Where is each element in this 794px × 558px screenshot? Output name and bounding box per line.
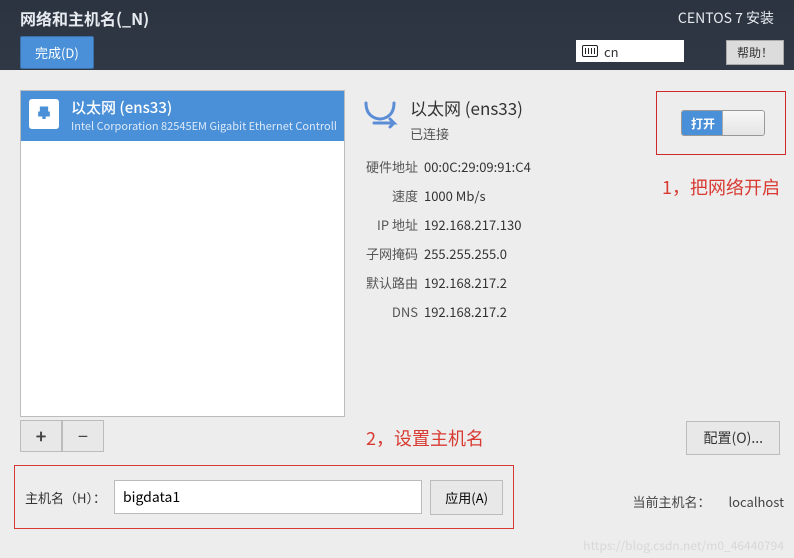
ip-label: IP 地址	[360, 215, 418, 234]
hwaddr-label: 硬件地址	[360, 157, 418, 176]
keyboard-layout-label: cn	[604, 42, 619, 61]
annotation-box-2: 主机名（H）： 应用(A)	[14, 465, 514, 529]
network-toggle[interactable]: 打开	[681, 110, 765, 136]
help-button[interactable]: 帮助！	[726, 40, 784, 65]
add-nic-button[interactable]: +	[20, 420, 62, 452]
configure-button[interactable]: 配置(O)...	[686, 421, 780, 455]
page-title: 网络和主机名(_N)	[20, 6, 149, 30]
network-icon	[360, 95, 400, 135]
toggle-knob	[722, 111, 764, 135]
done-button[interactable]: 完成(D)	[20, 36, 94, 69]
nic-item[interactable]: 以太网 (ens33) Intel Corporation 82545EM Gi…	[21, 91, 344, 141]
ip-value: 192.168.217.130	[424, 215, 521, 234]
hwaddr-value: 00:0C:29:09:91:C4	[424, 157, 531, 176]
apply-hostname-button[interactable]: 应用(A)	[430, 480, 503, 515]
header: 网络和主机名(_N) 完成(D) CENTOS 7 安装 cn 帮助！	[0, 0, 794, 70]
dns-value: 192.168.217.2	[424, 302, 507, 321]
nic-name: 以太网 (ens33)	[71, 97, 336, 118]
keyboard-layout-selector[interactable]: cn	[576, 40, 684, 62]
current-hostname: 当前主机名： localhost	[632, 492, 784, 511]
dns-label: DNS	[360, 302, 418, 321]
mask-label: 子网掩码	[360, 244, 418, 263]
keyboard-icon	[582, 45, 598, 57]
ethernet-plug-icon	[29, 99, 59, 129]
current-hostname-value: localhost	[728, 492, 784, 511]
mask-value: 255.255.255.0	[424, 244, 507, 263]
add-remove-toolbar: + −	[20, 420, 104, 452]
speed-label: 速度	[360, 186, 418, 205]
hostname-input[interactable]	[114, 480, 422, 514]
watermark: https://blog.csdn.net/m0_46440794	[583, 537, 784, 554]
toggle-on-label: 打开	[682, 111, 724, 135]
nic-desc: Intel Corporation 82545EM Gigabit Ethern…	[71, 118, 336, 134]
annotation-1: 1，把网络开启	[662, 174, 780, 200]
annotation-2: 2，设置主机名	[366, 425, 484, 451]
current-hostname-label: 当前主机名：	[632, 492, 710, 511]
nic-detail-title: 以太网 (ens33)	[410, 95, 523, 120]
annotation-box-1: 打开	[656, 91, 786, 155]
hostname-label: 主机名（H）：	[25, 488, 106, 507]
nic-list: 以太网 (ens33) Intel Corporation 82545EM Gi…	[20, 90, 345, 417]
remove-nic-button[interactable]: −	[62, 420, 104, 452]
gw-value: 192.168.217.2	[424, 273, 507, 292]
nic-details: 以太网 (ens33) 已连接 硬件地址 00:0C:29:09:91:C4 速度…	[360, 95, 660, 331]
install-label: CENTOS 7 安装	[678, 8, 774, 28]
gw-label: 默认路由	[360, 273, 418, 292]
nic-detail-status: 已连接	[410, 124, 523, 143]
speed-value: 1000 Mb/s	[424, 186, 486, 205]
